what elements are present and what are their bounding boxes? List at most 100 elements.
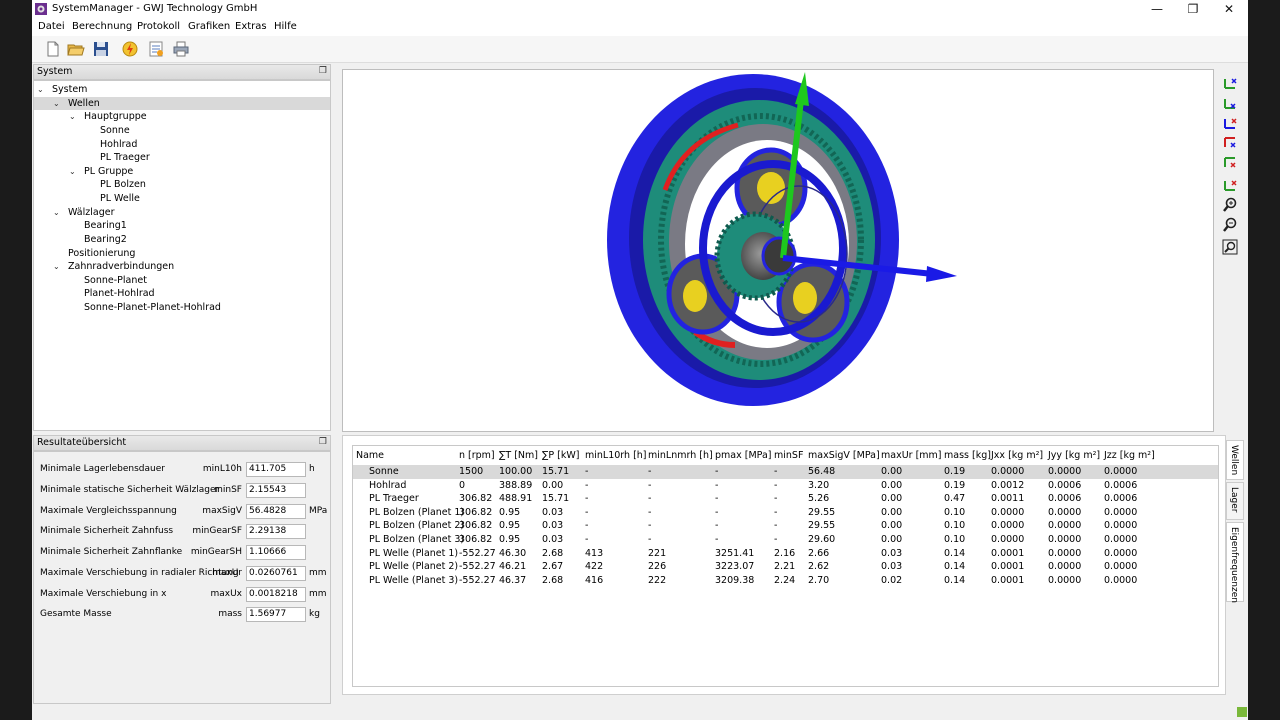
menu-datei[interactable]: Datei: [38, 21, 65, 32]
float-panel-icon[interactable]: ❐: [319, 435, 327, 449]
table-cell: -: [648, 479, 652, 491]
result-value-field[interactable]: 1.10666: [246, 545, 306, 560]
table-cell: 46.21: [499, 561, 527, 573]
tab-lager[interactable]: Lager: [1226, 482, 1244, 520]
tree-node-system[interactable]: ⌄ System: [34, 83, 330, 96]
result-value-field[interactable]: 0.0018218: [246, 587, 306, 602]
column-header[interactable]: maxUr [mm]: [881, 450, 942, 461]
column-header[interactable]: n [rpm]: [459, 450, 495, 461]
tree-node-planet-hohlrad[interactable]: Planet-Hohlrad: [84, 287, 155, 300]
view-top-icon[interactable]: [1222, 115, 1238, 131]
report-icon[interactable]: [147, 40, 165, 58]
table-cell: 221: [648, 547, 667, 559]
zoom-out-icon[interactable]: [1222, 217, 1238, 233]
table-cell: 0.00: [542, 479, 564, 491]
table-cell: 0: [459, 479, 466, 491]
chevron-down-icon[interactable]: ⌄: [53, 206, 60, 219]
table-row[interactable]: PL Welle (Planet 2) -552.27 46.21 2.67 422 22…: [353, 560, 1218, 574]
column-header[interactable]: Jyy [kg m²]: [1048, 450, 1100, 461]
column-header[interactable]: minLnmrh [h]: [648, 450, 713, 461]
tree-node-sonne-planet-planet-hohlrad[interactable]: Sonne-Planet-Planet-Hohlrad: [84, 301, 221, 314]
column-header[interactable]: mass [kg]: [944, 450, 991, 461]
table-cell: 0.0006: [1048, 479, 1082, 491]
restore-button[interactable]: ❐: [1175, 0, 1211, 19]
tree-node-sonne[interactable]: Sonne: [100, 124, 130, 137]
table-cell: 0.0011: [991, 493, 1025, 505]
calculate-lightning-icon[interactable]: [121, 40, 139, 58]
tree-node-bearing1[interactable]: Bearing1: [84, 219, 127, 232]
table-row[interactable]: PL Bolzen (Planet 3) 306.82 0.95 0.03 - - - - 29…: [353, 533, 1218, 547]
menu-grafiken[interactable]: Grafiken: [188, 21, 230, 32]
tab-eigenfrequenzen[interactable]: Eigenfrequenzen: [1226, 522, 1244, 603]
result-key: mass: [218, 609, 242, 619]
results-table-panel: Name n [rpm] ∑T [Nm] ∑P [kW] minL10rh [h…: [342, 435, 1226, 695]
open-folder-icon[interactable]: [67, 40, 85, 58]
table-row[interactable]: PL Bolzen (Planet 1) 306.82 0.95 0.03 - - - - 29…: [353, 506, 1218, 520]
menu-protokoll[interactable]: Protokoll: [137, 21, 180, 32]
tree-node-pl-bolzen[interactable]: PL Bolzen: [100, 178, 146, 191]
close-button[interactable]: ✕: [1211, 0, 1247, 19]
column-header[interactable]: Jzz [kg m²]: [1104, 450, 1155, 461]
table-cell: PL Bolzen (Planet 2): [369, 520, 465, 532]
tree-node-sonne-planet[interactable]: Sonne-Planet: [84, 274, 147, 287]
result-value-field[interactable]: 2.15543: [246, 483, 306, 498]
column-header[interactable]: minL10rh [h]: [585, 450, 647, 461]
table-row[interactable]: PL Welle (Planet 3) -552.27 46.37 2.68 416 22…: [353, 574, 1218, 588]
column-header[interactable]: ∑P [kW]: [542, 450, 579, 461]
column-header[interactable]: Name: [356, 450, 384, 461]
zoom-in-icon[interactable]: [1222, 197, 1238, 213]
table-row[interactable]: Sonne 1500 100.00 15.71 - - - - 56.48 0.00 0.19 0.0…: [353, 465, 1218, 479]
chevron-down-icon[interactable]: ⌄: [53, 260, 60, 273]
result-value-field[interactable]: 56.4828: [246, 504, 306, 519]
column-header[interactable]: minSF: [774, 450, 803, 461]
chevron-down-icon[interactable]: ⌄: [69, 110, 76, 123]
menu-hilfe[interactable]: Hilfe: [274, 21, 297, 32]
result-row: Minimale Sicherheit Zahnflanke minGearSH…: [40, 545, 324, 560]
menu-berechnung[interactable]: Berechnung: [72, 21, 132, 32]
table-row[interactable]: PL Welle (Planet 1) -552.27 46.30 2.68 413 22…: [353, 547, 1218, 561]
tree-node-pl-traeger[interactable]: PL Traeger: [100, 151, 150, 164]
view-iso-icon[interactable]: [1222, 75, 1238, 91]
view-front-icon[interactable]: [1222, 95, 1238, 111]
chevron-down-icon[interactable]: ⌄: [53, 97, 60, 110]
tree-node-wellen[interactable]: ⌄ Wellen: [34, 97, 330, 110]
chevron-down-icon[interactable]: ⌄: [37, 83, 44, 96]
tree-node-pl-welle[interactable]: PL Welle: [100, 192, 140, 205]
tree-node-positionierung[interactable]: Positionierung: [68, 247, 135, 260]
column-header[interactable]: Jxx [kg m²]: [991, 450, 1043, 461]
view-bottom-icon[interactable]: [1222, 177, 1238, 193]
table-cell: -: [774, 506, 778, 518]
result-value-field[interactable]: 0.0260761: [246, 566, 306, 581]
column-header[interactable]: pmax [MPa]: [715, 450, 771, 461]
table-cell: 306.82: [459, 534, 493, 545]
zoom-fit-icon[interactable]: [1222, 239, 1238, 255]
3d-viewport[interactable]: [342, 69, 1214, 432]
view-side-icon[interactable]: [1222, 135, 1238, 151]
resize-grip-icon[interactable]: [1237, 707, 1247, 717]
table-cell: 0.95: [499, 506, 521, 518]
menu-extras[interactable]: Extras: [235, 21, 267, 32]
column-header[interactable]: maxSigV [MPa]: [808, 450, 880, 461]
result-value-field[interactable]: 1.56977: [246, 607, 306, 622]
new-file-icon[interactable]: [44, 40, 62, 58]
view-back-icon[interactable]: [1222, 155, 1238, 171]
chevron-down-icon[interactable]: ⌄: [69, 165, 76, 178]
result-value-field[interactable]: 2.29138: [246, 524, 306, 539]
tab-wellen[interactable]: Wellen: [1226, 440, 1244, 480]
tree-node-hohlrad[interactable]: Hohlrad: [100, 138, 137, 151]
result-value-field[interactable]: 411.705: [246, 462, 306, 477]
save-icon[interactable]: [92, 40, 110, 58]
tree-node-bearing2[interactable]: Bearing2: [84, 233, 127, 246]
table-cell: 2.24: [774, 574, 796, 586]
table-cell: 3209.38: [715, 574, 755, 586]
table-cell: 0.14: [944, 547, 966, 559]
column-header[interactable]: ∑T [Nm]: [499, 450, 538, 461]
system-panel: System ❐ ⌄ System ⌄ Wellen ⌄ Hauptgruppe…: [33, 64, 331, 431]
print-icon[interactable]: [172, 40, 190, 58]
table-cell: 0.0000: [1104, 561, 1138, 573]
table-row[interactable]: Hohlrad 0 388.89 0.00 - - - - 3.20 0.00 0.19 0.0012…: [353, 479, 1218, 493]
table-row[interactable]: PL Bolzen (Planet 2) 306.82 0.95 0.03 - - - - 29…: [353, 519, 1218, 533]
float-panel-icon[interactable]: ❐: [319, 64, 327, 78]
table-row[interactable]: PL Traeger 306.82 488.91 15.71- - - -5.26 0.00 0…: [353, 492, 1218, 506]
minimize-button[interactable]: —: [1139, 0, 1175, 19]
